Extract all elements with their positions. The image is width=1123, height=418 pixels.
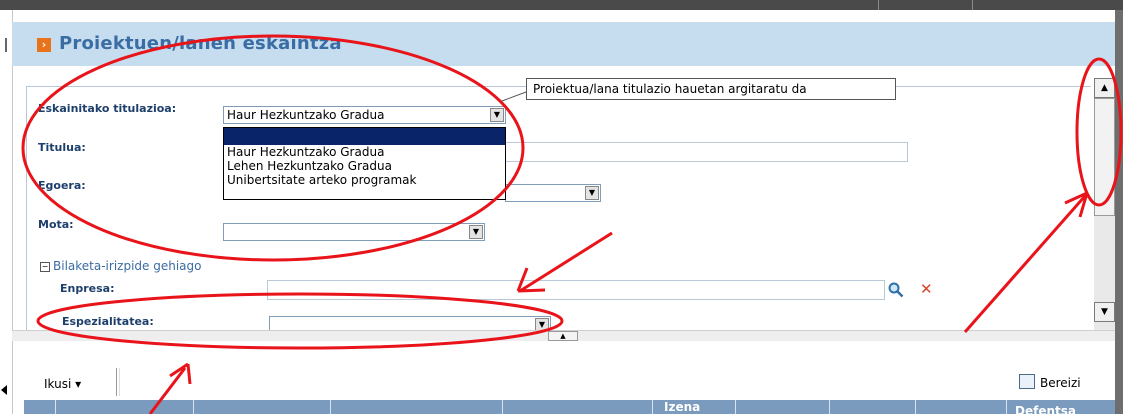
- annotation-arrow: [519, 231, 613, 293]
- annotation-arrow: [963, 195, 1087, 333]
- annotation-overlay: [21, 34, 1123, 414]
- annotation-circle: [1075, 57, 1123, 207]
- annotation-circle: [36, 292, 564, 350]
- annotation-arrow: [148, 367, 187, 414]
- tooltip-pointer: [501, 91, 527, 102]
- annotation-circle: [21, 34, 525, 262]
